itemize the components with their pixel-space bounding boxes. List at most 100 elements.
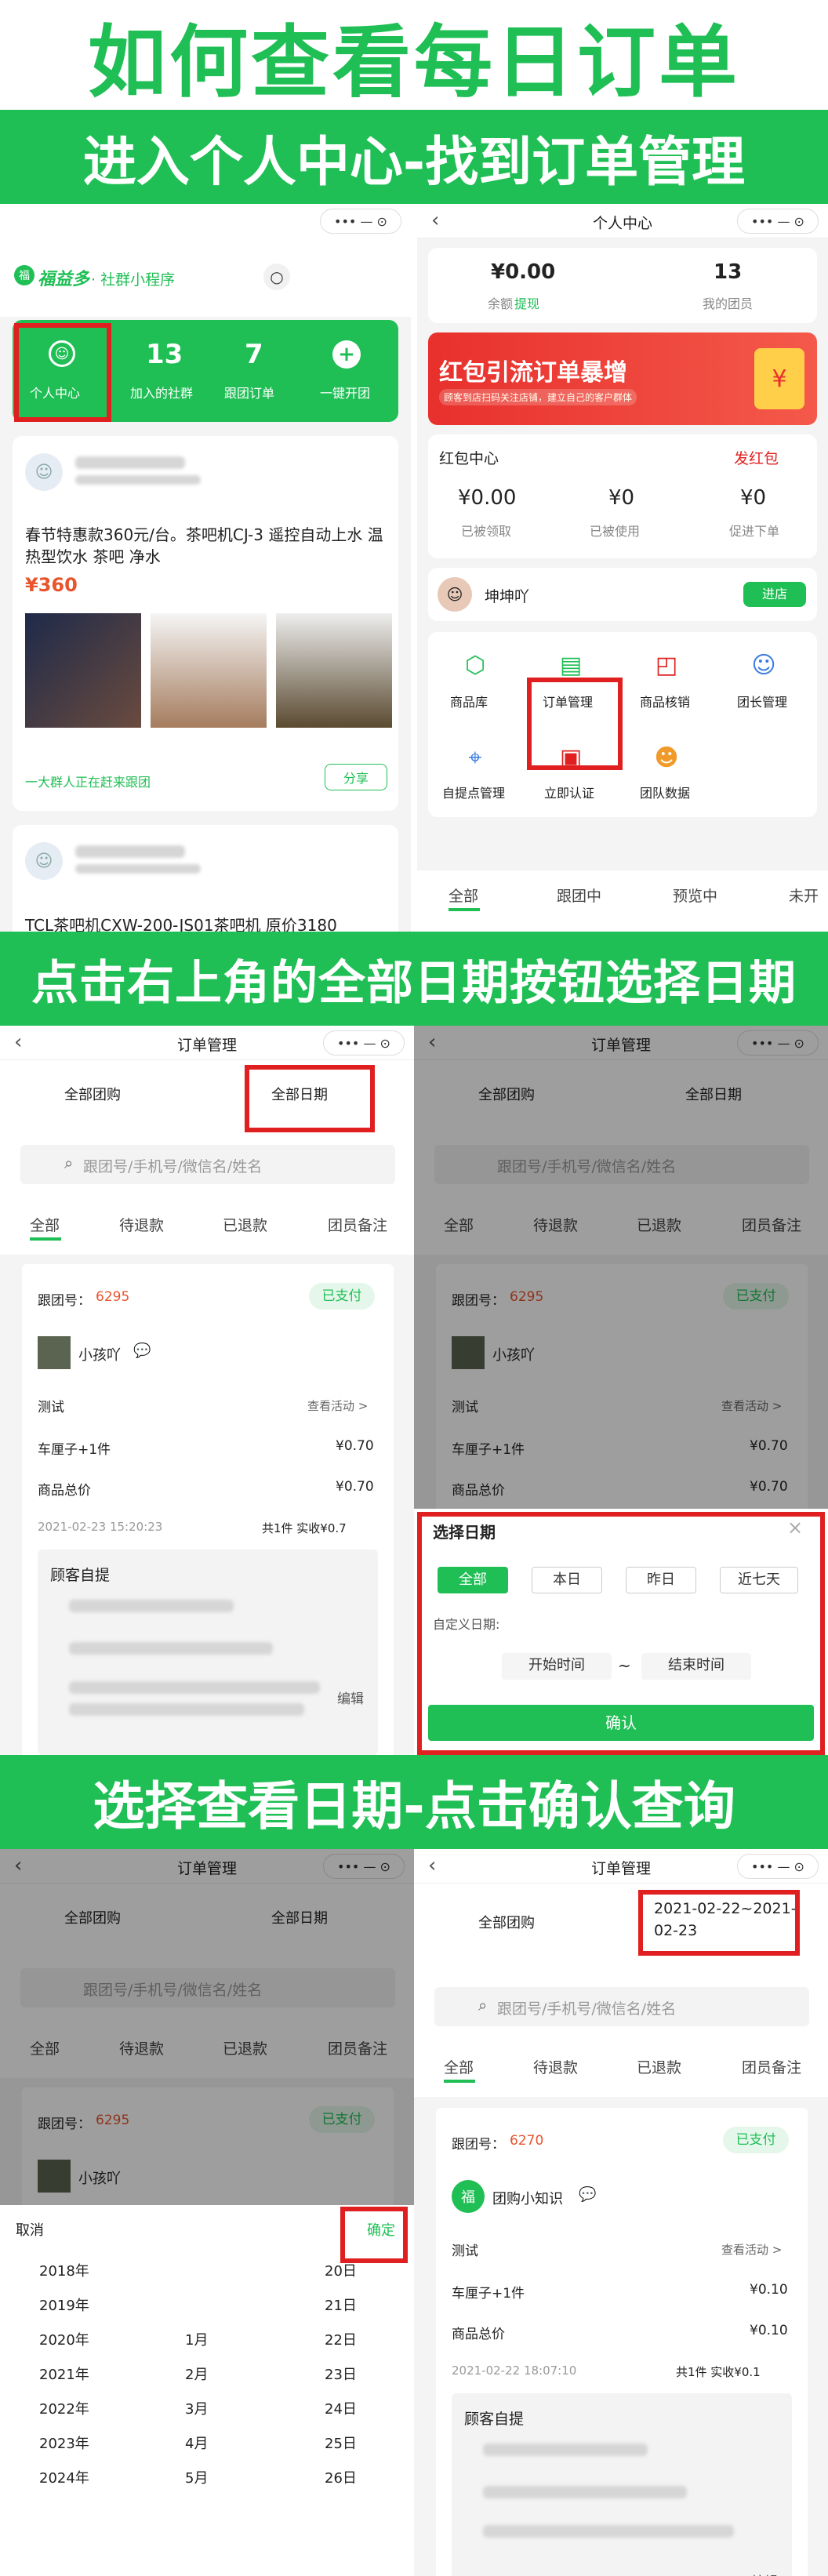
order-number-label: 跟团号： <box>38 1293 91 1309</box>
picker-day[interactable]: 25日 <box>325 2432 357 2453</box>
menu-capsule[interactable]: ••• — ⊙ <box>323 1030 405 1055</box>
menu-capsule[interactable]: ••• — ⊙ <box>737 1854 819 1879</box>
stat-groups-label: 加入的社群 <box>130 386 194 401</box>
avatar: ☺ <box>25 453 63 491</box>
picker-day[interactable]: 23日 <box>325 2363 357 2384</box>
edit-button[interactable]: 编辑 <box>337 1688 364 1707</box>
menu-capsule[interactable]: ••• — ⊙ <box>737 209 819 234</box>
tab-pending-refund[interactable]: 待退款 <box>533 2056 578 2077</box>
paid-badge: 已支付 <box>309 1283 375 1310</box>
clipboard-icon[interactable]: ▤ <box>555 649 586 681</box>
navbar: ••• — ⊙ <box>0 204 411 238</box>
item-price: ¥0.10 <box>750 2282 788 2298</box>
enter-store-button[interactable]: 进店 <box>743 582 806 607</box>
picker-year[interactable]: 2024年 <box>39 2467 89 2487</box>
grid-pickup[interactable]: 自提点管理 <box>442 783 505 801</box>
tab-refunded[interactable]: 已退款 <box>637 2056 681 2077</box>
user-name: 团购小知识 <box>492 2191 563 2207</box>
order-summary: 共1件 实收¥0.1 <box>676 2365 761 2379</box>
total-value: ¥0.10 <box>750 2323 788 2338</box>
tab-all[interactable]: 全部 <box>444 2056 474 2077</box>
picker-year[interactable]: 2019年 <box>39 2294 89 2315</box>
picker-month[interactable]: 5月 <box>185 2467 208 2487</box>
picker-cancel-button[interactable]: 取消 <box>16 2219 44 2240</box>
tab-all[interactable]: 全部 <box>448 885 478 906</box>
personal-center-screen: ‹ 个人中心 ••• — ⊙ ¥0.00 余额 提现 13 我的团员 红包引流订… <box>417 204 828 932</box>
menu-capsule[interactable]: ••• — ⊙ <box>320 209 401 234</box>
orders-date-popup-screen: ‹ 订单管理 ••• — ⊙ 全部团购 全部日期 跟团号/手机号/微信名/姓名 … <box>414 1026 828 1755</box>
picker-month[interactable]: 4月 <box>185 2432 208 2453</box>
box-icon[interactable]: ⬡ <box>459 649 491 681</box>
order-number: 6270 <box>510 2133 544 2149</box>
grid-certify[interactable]: 立即认证 <box>544 783 594 801</box>
stat-groups-value[interactable]: 13 <box>146 339 183 370</box>
location-icon[interactable]: ⌖ <box>459 742 491 773</box>
navbar: ‹ 订单管理 ••• — ⊙ <box>414 1849 828 1884</box>
post-card-2[interactable]: ☺ TCL茶吧机CXW-200-JS01茶吧机 原价3180 <box>13 825 398 932</box>
grid-team-data[interactable]: 团队数据 <box>640 783 690 801</box>
order-number: 6295 <box>96 1289 130 1305</box>
chat-icon[interactable]: 💬 <box>133 1342 151 1359</box>
order-number-label: 跟团号： <box>452 2137 505 2153</box>
tab-refunded[interactable]: 已退款 <box>223 1214 267 1235</box>
crowd-text: 一大群人正在赶来跟团 <box>25 775 151 790</box>
view-activity-link[interactable]: 查看活动 > <box>307 1397 368 1414</box>
edit-button[interactable]: 编辑 <box>751 2571 778 2576</box>
search-input[interactable]: ⌕ 跟团号/手机号/微信名/姓名 <box>20 1145 395 1184</box>
send-redpacket-link[interactable]: 发红包 <box>734 447 779 468</box>
pickup-box: 顾客自提 编辑 <box>38 1550 378 1755</box>
post-card[interactable]: ☺ 春节特惠款360元/台。茶吧机CJ-3 遥控自动上水 温热型饮水 茶吧 净水… <box>13 436 398 811</box>
search-icon[interactable]: ○ <box>263 263 290 290</box>
product-image-2 <box>151 613 267 728</box>
picker-day[interactable]: 26日 <box>325 2467 357 2487</box>
claimed-value: ¥0.00 <box>458 486 517 510</box>
order-card[interactable]: 跟团号： 6270 已支付 福 团购小知识 💬 测试 查看活动 > 车厘子+1件… <box>436 2108 808 2576</box>
view-activity-link[interactable]: 查看活动 > <box>721 2241 782 2258</box>
share-button[interactable]: 分享 <box>325 764 387 790</box>
withdraw-link[interactable]: 提现 <box>514 293 539 312</box>
picker-month[interactable]: 2月 <box>185 2363 208 2384</box>
picker-year[interactable]: 2018年 <box>39 2260 89 2280</box>
item-name: 车厘子+1件 <box>38 1442 111 1458</box>
picker-day[interactable]: 21日 <box>325 2294 357 2315</box>
picker-year[interactable]: 2023年 <box>39 2432 89 2453</box>
picker-year[interactable]: 2022年 <box>39 2398 89 2418</box>
tab-all[interactable]: 全部 <box>30 1214 60 1235</box>
team-icon[interactable]: ☻ <box>651 742 682 773</box>
tab-ongoing[interactable]: 跟团中 <box>557 885 601 906</box>
chat-icon[interactable]: 💬 <box>579 2186 596 2203</box>
page-title: 如何查看每日订单 <box>0 0 828 110</box>
date-picker-screen: ‹ 订单管理 ••• — ⊙ 全部团购 全部日期 跟团号/手机号/微信名/姓名 … <box>0 1849 414 2576</box>
user-name: 小孩吖 <box>78 1347 121 1364</box>
banner-title: 红包引流订单暴增 <box>439 359 627 387</box>
tab-notes[interactable]: 团员备注 <box>742 2056 801 2077</box>
search-input[interactable]: ⌕ 跟团号/手机号/微信名/姓名 <box>434 1987 809 2026</box>
promo-banner[interactable]: 红包引流订单暴增 顾客到店扫码关注店铺，建立自己的客户群体 ¥ <box>428 332 817 425</box>
tab-preview[interactable]: 预览中 <box>673 885 717 906</box>
bag-icon[interactable]: ◰ <box>651 649 682 681</box>
picker-day[interactable]: 22日 <box>325 2329 357 2349</box>
picker-month[interactable]: 3月 <box>185 2398 208 2418</box>
picker-year[interactable]: 2020年 <box>39 2329 89 2349</box>
filter-group[interactable]: 全部团购 <box>64 1084 121 1104</box>
step-2-banner: 点击右上角的全部日期按钮选择日期 <box>0 932 828 1026</box>
grid-leaders[interactable]: 团长管理 <box>737 692 787 710</box>
users-icon[interactable]: ☺ <box>748 649 779 681</box>
tab-notes[interactable]: 团员备注 <box>328 1214 387 1235</box>
filter-group[interactable]: 全部团购 <box>478 1912 535 1932</box>
stat-orders-value[interactable]: 7 <box>245 339 263 370</box>
members-value: 13 <box>714 260 743 284</box>
picker-month[interactable]: 1月 <box>185 2329 208 2349</box>
order-card[interactable]: 跟团号： 6295 已支付 小孩吖 💬 测试 查看活动 > 车厘子+1件 ¥0.… <box>22 1264 394 1755</box>
picker-day[interactable]: 24日 <box>325 2398 357 2418</box>
step-3-banner: 选择查看日期-点击确认查询 <box>0 1755 828 1849</box>
grid-product-library[interactable]: 商品库 <box>450 692 488 710</box>
share-label: 分享 <box>343 771 369 786</box>
tab-pending-refund[interactable]: 待退款 <box>119 1214 164 1235</box>
tab-upcoming[interactable]: 未开 <box>789 885 819 906</box>
picker-year[interactable]: 2021年 <box>39 2363 89 2384</box>
grid-verify[interactable]: 商品核销 <box>640 692 690 710</box>
highlight-personal-center <box>14 323 111 422</box>
navbar: ‹ 订单管理 ••• — ⊙ <box>0 1026 414 1060</box>
plus-icon[interactable]: + <box>332 340 361 369</box>
